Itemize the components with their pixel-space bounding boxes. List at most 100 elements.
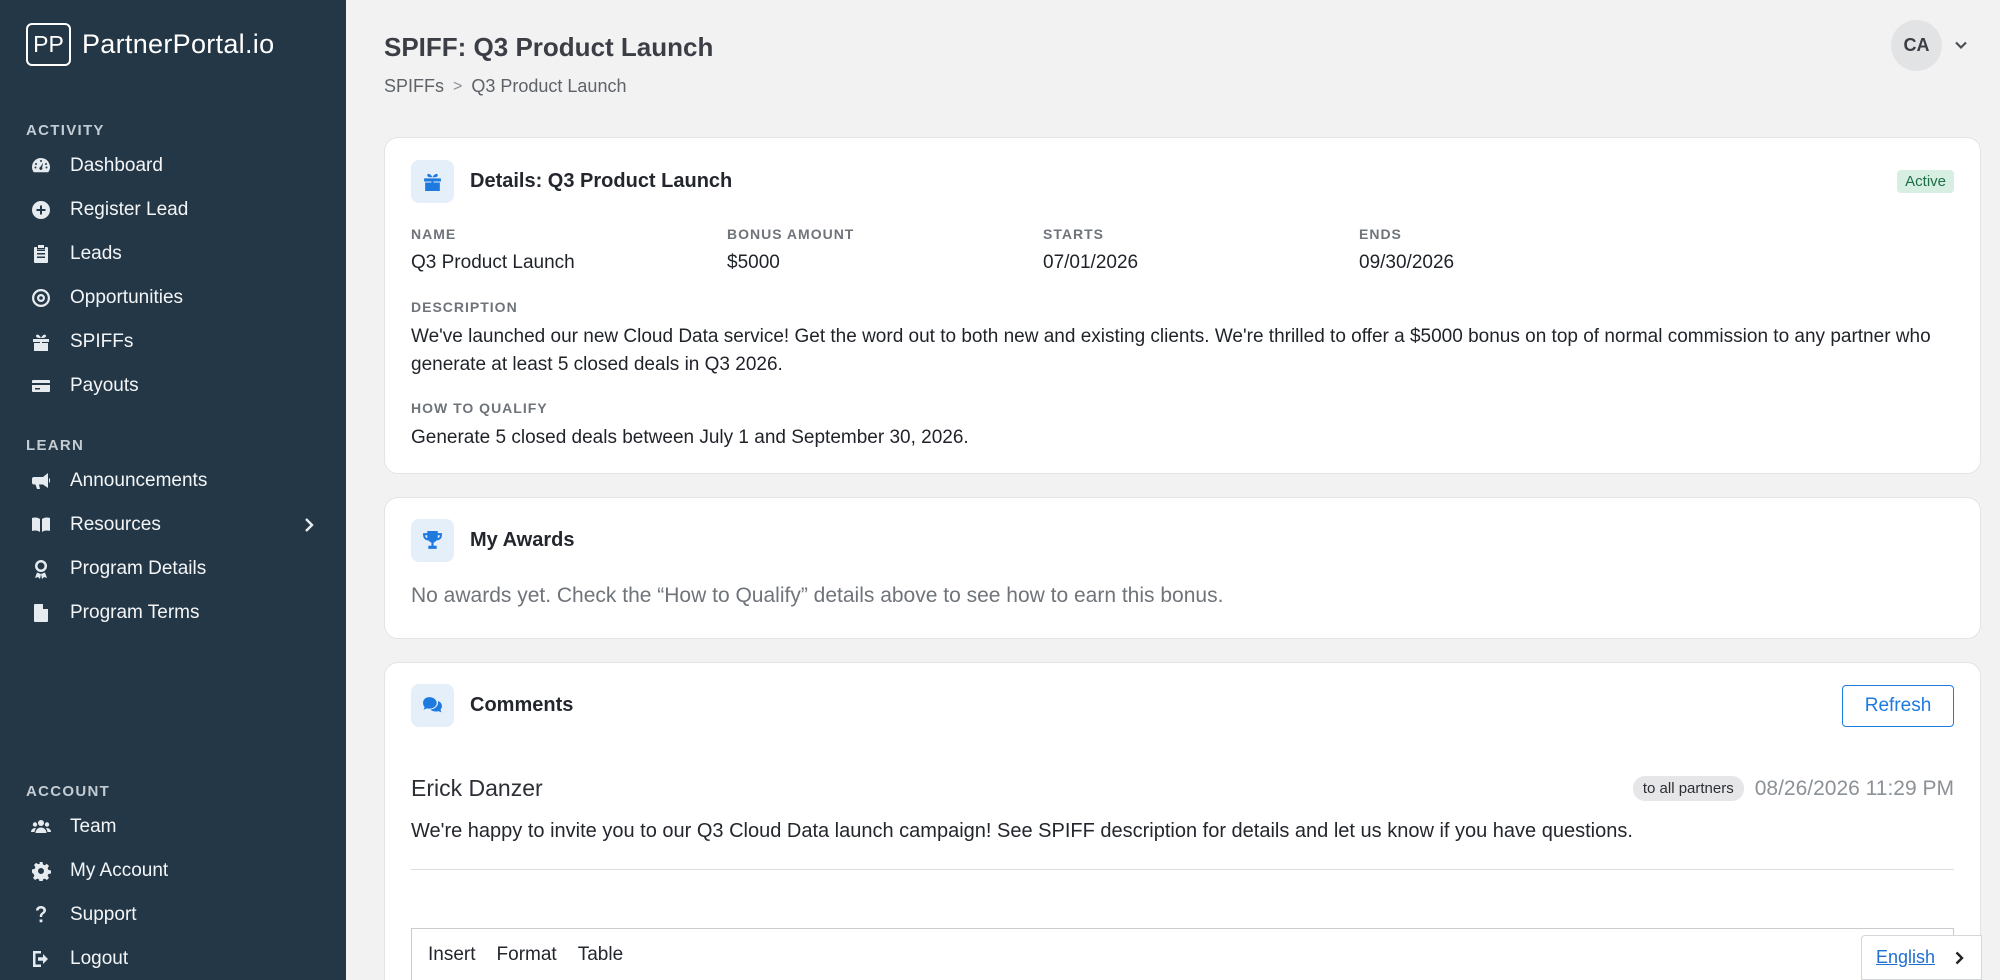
- user-avatar[interactable]: CA: [1891, 20, 1942, 71]
- logo-mark: PP: [26, 23, 71, 66]
- sidebar-item-spiffs[interactable]: SPIFFs: [0, 320, 346, 364]
- sidebar-item-label: Leads: [70, 243, 122, 264]
- field-value: 09/30/2026: [1359, 252, 1455, 273]
- sidebar-item-label: Resources: [70, 514, 161, 535]
- field-value: 07/01/2026: [1043, 252, 1139, 273]
- sidebar-item-announcements[interactable]: Announcements: [0, 459, 346, 503]
- sidebar-item-label: Support: [70, 904, 137, 925]
- comments-card-title: Comments: [470, 694, 574, 716]
- comment-meta: to all partners 08/26/2026 11:29 PM: [1632, 776, 1954, 801]
- awards-empty-text: No awards yet. Check the “How to Qualify…: [411, 584, 1224, 607]
- credit-card-icon: [30, 375, 52, 397]
- breadcrumb-current: Q3 Product Launch: [471, 76, 627, 96]
- sidebar: PP PartnerPortal.io ACTIVITY Dashboard R…: [0, 0, 346, 980]
- editor-menubar: Insert Format Table: [428, 944, 644, 966]
- awards-card: My Awards No awards yet. Check the “How …: [384, 497, 1981, 639]
- section-label-account: ACCOUNT: [26, 783, 111, 800]
- section-label-learn: LEARN: [26, 437, 85, 454]
- editor-menu-table[interactable]: Table: [578, 944, 623, 966]
- comment-author: Erick Danzer: [411, 775, 543, 801]
- sidebar-item-label: Team: [70, 816, 117, 837]
- sidebar-item-program-details[interactable]: Program Details: [0, 547, 346, 591]
- sidebar-item-label: Dashboard: [70, 155, 163, 176]
- file-icon: [30, 602, 52, 624]
- comment-editor[interactable]: Insert Format Table: [411, 928, 1954, 980]
- field-bonus-amount: BONUS AMOUNT $5000: [727, 226, 854, 274]
- page-title: SPIFF: Q3 Product Launch: [384, 32, 714, 62]
- details-card: Details: Q3 Product Launch Active NAME Q…: [384, 137, 1981, 474]
- sidebar-item-logout[interactable]: Logout: [0, 937, 346, 980]
- field-value: Generate 5 closed deals between July 1 a…: [411, 427, 969, 448]
- language-link[interactable]: English: [1876, 947, 1935, 968]
- sidebar-item-support[interactable]: Support: [0, 893, 346, 937]
- chevron-right-icon[interactable]: [1951, 950, 1967, 966]
- language-selector[interactable]: English: [1861, 935, 1982, 980]
- sidebar-item-register-lead[interactable]: Register Lead: [0, 188, 346, 232]
- field-label: DESCRIPTION: [411, 299, 518, 315]
- field-ends: ENDS 09/30/2026: [1359, 226, 1454, 274]
- trophy-icon: [411, 519, 454, 562]
- gear-icon: [30, 860, 52, 882]
- megaphone-icon: [30, 470, 52, 492]
- sidebar-item-program-terms[interactable]: Program Terms: [0, 591, 346, 635]
- sidebar-item-my-account[interactable]: My Account: [0, 849, 346, 893]
- comment-body: We're happy to invite you to our Q3 Clou…: [411, 820, 1633, 842]
- book-icon: [30, 514, 52, 536]
- comments-icon: [411, 684, 454, 727]
- sidebar-item-label: My Account: [70, 860, 169, 881]
- award-icon: [30, 558, 52, 580]
- editor-menu-format[interactable]: Format: [497, 944, 557, 966]
- field-label: ENDS: [1359, 226, 1402, 242]
- field-starts: STARTS 07/01/2026: [1043, 226, 1138, 274]
- breadcrumb-parent-link[interactable]: SPIFFs: [384, 76, 444, 97]
- sidebar-item-payouts[interactable]: Payouts: [0, 364, 346, 408]
- editor-menu-insert[interactable]: Insert: [428, 944, 476, 966]
- refresh-button[interactable]: Refresh: [1842, 685, 1954, 727]
- brand-name: PartnerPortal.io: [82, 29, 275, 59]
- awards-card-title: My Awards: [470, 529, 575, 551]
- sidebar-item-dashboard[interactable]: Dashboard: [0, 144, 346, 188]
- awards-card-header: My Awards: [411, 519, 574, 562]
- field-value: $5000: [727, 252, 780, 273]
- field-value: We've launched our new Cloud Data servic…: [411, 326, 1931, 375]
- sidebar-item-leads[interactable]: Leads: [0, 232, 346, 276]
- field-name: NAME Q3 Product Launch: [411, 226, 575, 274]
- details-card-header: Details: Q3 Product Launch: [411, 160, 732, 203]
- comment-timestamp: 08/26/2026 11:29 PM: [1754, 776, 1954, 800]
- clipboard-icon: [30, 243, 52, 265]
- status-badge: Active: [1897, 170, 1954, 193]
- field-value: Q3 Product Launch: [411, 252, 575, 273]
- logout-icon: [30, 948, 52, 970]
- gift-icon: [411, 160, 454, 203]
- sidebar-item-resources[interactable]: Resources: [0, 503, 346, 547]
- section-label-activity: ACTIVITY: [26, 122, 105, 139]
- comments-card-header: Comments: [411, 684, 573, 727]
- chevron-right-icon: [300, 516, 318, 534]
- field-label: HOW TO QUALIFY: [411, 400, 548, 416]
- question-icon: [30, 904, 52, 926]
- chevron-down-icon[interactable]: [1953, 37, 1969, 53]
- brand-logo[interactable]: PP PartnerPortal.io: [26, 23, 274, 66]
- field-description: DESCRIPTION We've launched our new Cloud…: [411, 299, 1956, 379]
- target-icon: [30, 287, 52, 309]
- sidebar-item-team[interactable]: Team: [0, 805, 346, 849]
- sidebar-item-opportunities[interactable]: Opportunities: [0, 276, 346, 320]
- audience-badge: to all partners: [1632, 776, 1744, 801]
- divider: [411, 869, 1954, 870]
- dashboard-icon: [30, 155, 52, 177]
- sidebar-item-label: SPIFFs: [70, 331, 134, 352]
- details-card-title: Details: Q3 Product Launch: [470, 170, 733, 192]
- breadcrumb: SPIFFs > Q3 Product Launch: [384, 76, 626, 97]
- sidebar-item-label: Program Terms: [70, 602, 200, 623]
- field-how-to-qualify: HOW TO QUALIFY Generate 5 closed deals b…: [411, 400, 1956, 452]
- gift-icon: [30, 331, 52, 353]
- sidebar-item-label: Logout: [70, 948, 129, 969]
- sidebar-item-label: Program Details: [70, 558, 207, 579]
- field-label: NAME: [411, 226, 457, 242]
- field-label: STARTS: [1043, 226, 1104, 242]
- breadcrumb-separator: >: [453, 77, 463, 95]
- sidebar-item-label: Register Lead: [70, 199, 189, 220]
- sidebar-item-label: Payouts: [70, 375, 139, 396]
- sidebar-item-label: Announcements: [70, 470, 208, 491]
- users-icon: [30, 816, 52, 838]
